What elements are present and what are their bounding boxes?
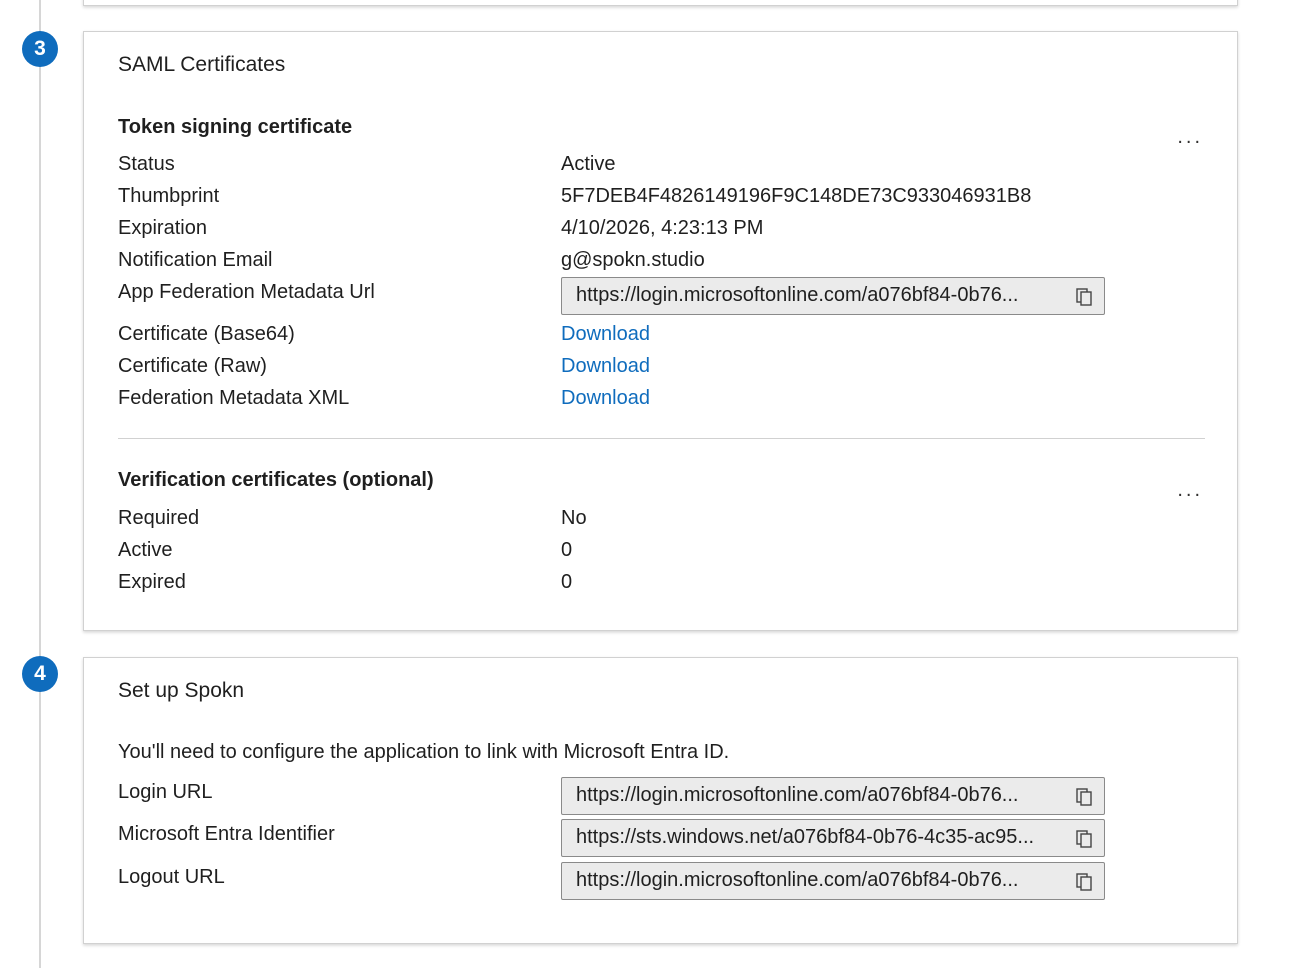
previous-card (83, 0, 1238, 6)
setup-description: You'll need to configure the application… (118, 741, 730, 763)
logout-url-value[interactable]: https://login.microsoftonline.com/a076bf… (576, 869, 1064, 892)
entra-identifier-row: Microsoft Entra Identifier https://sts.w… (118, 819, 1237, 857)
required-value: No (561, 507, 587, 529)
status-label: Status (118, 153, 175, 175)
thumbprint-value: 5F7DEB4F4826149196F9C148DE73C933046931B8 (561, 185, 1032, 207)
token-signing-heading: Token signing certificate (118, 116, 353, 138)
copy-icon[interactable] (1074, 829, 1094, 849)
active-row: Active 0 (118, 539, 1237, 569)
logout-url-field[interactable]: https://login.microsoftonline.com/a076bf… (561, 862, 1105, 900)
status-value: Active (561, 153, 616, 175)
copy-icon[interactable] (1074, 287, 1094, 307)
notification-email-value: g@spokn.studio (561, 249, 705, 271)
login-url-field[interactable]: https://login.microsoftonline.com/a076bf… (561, 777, 1105, 815)
certificate-raw-download-link[interactable]: Download (561, 355, 650, 378)
setup-spokn-card: Set up Spokn You'll need to configure th… (83, 657, 1238, 944)
verification-heading: Verification certificates (optional) (118, 469, 434, 491)
timeline-line (39, 0, 41, 968)
certificate-base64-label: Certificate (Base64) (118, 323, 295, 345)
expiration-row: Expiration 4/10/2026, 4:23:13 PM (118, 217, 1237, 247)
section-divider (118, 438, 1205, 439)
step-3-badge: 3 (22, 31, 58, 67)
entra-identifier-value[interactable]: https://sts.windows.net/a076bf84-0b76-4c… (576, 826, 1064, 849)
card-title: SAML Certificates (118, 53, 286, 76)
token-signing-more-icon[interactable]: ... (1177, 126, 1203, 149)
federation-metadata-xml-download-link[interactable]: Download (561, 387, 650, 410)
logout-url-row: Logout URL https://login.microsoftonline… (118, 862, 1237, 900)
login-url-value[interactable]: https://login.microsoftonline.com/a076bf… (576, 784, 1064, 807)
certificate-raw-row: Certificate (Raw) Download (118, 355, 1237, 385)
expired-label: Expired (118, 571, 186, 593)
thumbprint-row: Thumbprint 5F7DEB4F4826149196F9C148DE73C… (118, 185, 1237, 215)
expired-row: Expired 0 (118, 571, 1237, 601)
expiration-label: Expiration (118, 217, 207, 239)
metadata-url-field[interactable]: https://login.microsoftonline.com/a076bf… (561, 277, 1105, 315)
saml-certificates-card: SAML Certificates Token signing certific… (83, 31, 1238, 631)
status-row: Status Active (118, 153, 1237, 183)
expiration-value: 4/10/2026, 4:23:13 PM (561, 217, 764, 239)
metadata-url-value[interactable]: https://login.microsoftonline.com/a076bf… (576, 284, 1064, 307)
copy-icon[interactable] (1074, 872, 1094, 892)
entra-identifier-field[interactable]: https://sts.windows.net/a076bf84-0b76-4c… (561, 819, 1105, 857)
logout-url-label: Logout URL (118, 866, 225, 888)
required-label: Required (118, 507, 200, 529)
required-row: Required No (118, 507, 1237, 537)
thumbprint-label: Thumbprint (118, 185, 220, 207)
federation-metadata-xml-label: Federation Metadata XML (118, 387, 350, 409)
metadata-url-label: App Federation Metadata Url (118, 281, 375, 303)
login-url-row: Login URL https://login.microsoftonline.… (118, 777, 1237, 815)
certificate-base64-row: Certificate (Base64) Download (118, 323, 1237, 353)
card-title: Set up Spokn (118, 679, 245, 702)
notification-email-row: Notification Email g@spokn.studio (118, 249, 1237, 279)
certificate-raw-label: Certificate (Raw) (118, 355, 267, 377)
copy-icon[interactable] (1074, 787, 1094, 807)
entra-identifier-label: Microsoft Entra Identifier (118, 823, 335, 845)
active-label: Active (118, 539, 173, 561)
step-4-badge: 4 (22, 656, 58, 692)
verification-more-icon[interactable]: ... (1177, 479, 1203, 502)
expired-value: 0 (561, 571, 573, 593)
notification-email-label: Notification Email (118, 249, 273, 271)
active-value: 0 (561, 539, 573, 561)
federation-metadata-xml-row: Federation Metadata XML Download (118, 387, 1237, 417)
login-url-label: Login URL (118, 781, 213, 803)
metadata-url-row: App Federation Metadata Url https://logi… (118, 277, 1237, 315)
certificate-base64-download-link[interactable]: Download (561, 323, 650, 346)
